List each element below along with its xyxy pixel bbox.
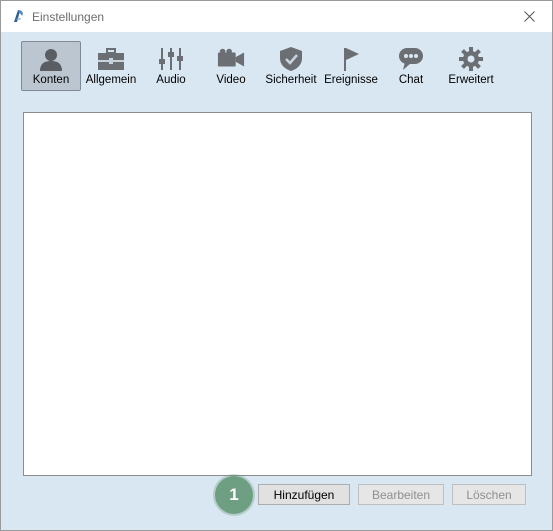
briefcase-icon [97,46,125,72]
close-button[interactable] [506,1,552,32]
app-logo-icon [11,8,27,24]
close-icon [523,11,535,22]
chat-bubble-icon [397,46,425,72]
video-camera-icon [217,46,245,72]
settings-toolbar: Konten Allgemein Audio Video Sicherheit … [21,41,501,93]
step-badge: 1 [215,476,253,514]
user-icon [37,46,65,72]
tab-label: Sicherheit [265,74,317,86]
window-title: Einstellungen [32,10,105,24]
tab-konten[interactable]: Konten [21,41,81,91]
tab-allgemein[interactable]: Allgemein [81,41,141,91]
flag-icon [337,46,365,72]
add-button[interactable]: Hinzufügen [258,484,350,505]
settings-window: Einstellungen Konten Allgemein Audio Vid… [0,0,553,531]
gear-icon [457,46,485,72]
tab-chat[interactable]: Chat [381,41,441,91]
tab-label: Erweitert [448,74,494,86]
audio-sliders-icon [157,46,185,72]
tab-label: Audio [156,74,186,86]
tab-label: Chat [398,74,424,86]
tab-erweitert[interactable]: Erweitert [441,41,501,91]
accounts-list[interactable] [23,112,532,476]
tab-sicherheit[interactable]: Sicherheit [261,41,321,91]
edit-button[interactable]: Bearbeiten [358,484,444,505]
tab-label: Ereignisse [324,74,378,86]
shield-icon [277,46,305,72]
tab-label: Allgemein [85,74,137,86]
delete-button[interactable]: Löschen [452,484,526,505]
tab-ereignisse[interactable]: Ereignisse [321,41,381,91]
tab-label: Video [216,74,246,86]
tab-audio[interactable]: Audio [141,41,201,91]
tab-label: Konten [32,74,70,86]
tab-video[interactable]: Video [201,41,261,91]
title-bar: Einstellungen [1,1,552,32]
